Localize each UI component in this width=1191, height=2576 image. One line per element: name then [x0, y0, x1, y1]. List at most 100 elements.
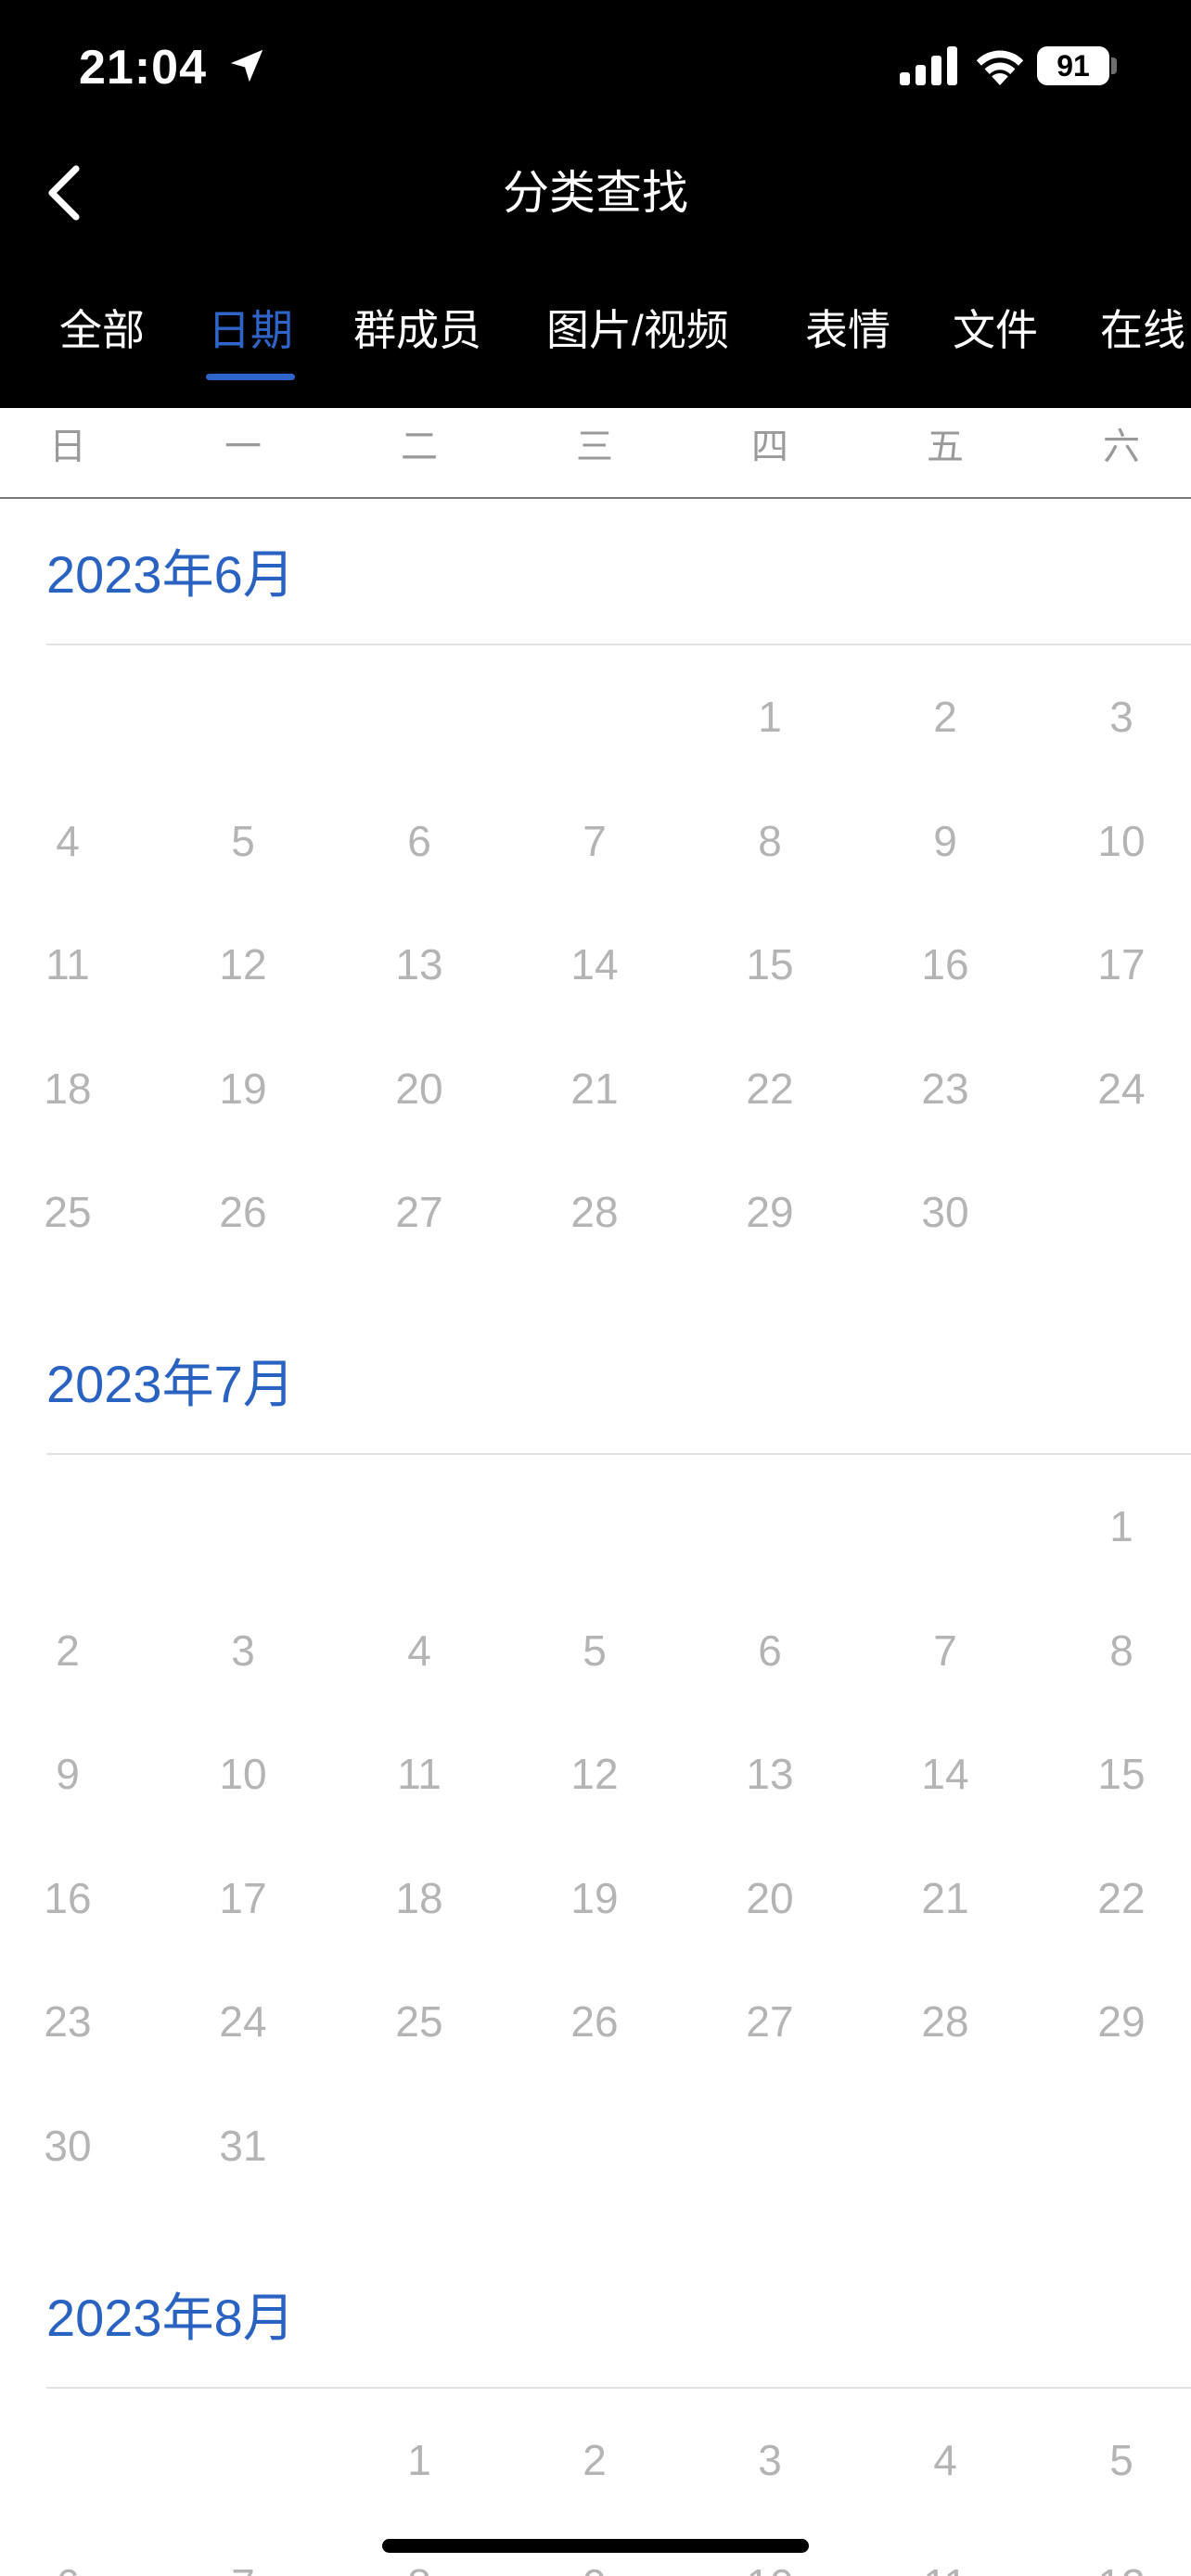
calendar-day[interactable]: 12 — [1066, 2557, 1177, 2576]
page: 21:04 91 分类查找 全部 日期 群成员 图片/视频 表情 文件 在线 日… — [0, 0, 1191, 2576]
calendar-day[interactable]: 11 — [890, 2557, 1001, 2576]
calendar-day[interactable]: 5 — [1066, 2432, 1177, 2488]
month-divider — [46, 644, 1191, 645]
calendar-day[interactable]: 11 — [364, 1746, 475, 1802]
calendar-day[interactable]: 13 — [714, 1746, 826, 1802]
calendar-day[interactable]: 7 — [539, 813, 650, 869]
page-title: 分类查找 — [503, 167, 688, 219]
weekday-fri: 五 — [927, 427, 964, 467]
calendar-day[interactable]: 18 — [364, 1870, 475, 1926]
calendar-day[interactable]: 6 — [12, 2557, 123, 2576]
weekday-thu: 四 — [751, 427, 788, 467]
calendar-day[interactable]: 1 — [364, 2432, 475, 2488]
calendar-day[interactable]: 12 — [539, 1746, 650, 1802]
calendar-day[interactable]: 9 — [539, 2557, 650, 2576]
calendar-day[interactable]: 17 — [187, 1870, 299, 1926]
calendar-day[interactable]: 25 — [364, 1994, 475, 2049]
calendar-day[interactable]: 26 — [539, 1994, 650, 2049]
calendar-day[interactable]: 15 — [1066, 1746, 1177, 1802]
calendar-day[interactable]: 6 — [364, 813, 475, 869]
calendar-day[interactable]: 2 — [539, 2432, 650, 2488]
calendar-day[interactable]: 29 — [1066, 1994, 1177, 2049]
calendar-day[interactable]: 22 — [1066, 1870, 1177, 1926]
calendar-day[interactable]: 23 — [890, 1061, 1001, 1116]
calendar-day[interactable]: 10 — [1066, 813, 1177, 869]
calendar-day[interactable]: 20 — [714, 1870, 826, 1926]
calendar-day[interactable]: 28 — [890, 1994, 1001, 2049]
calendar-day[interactable]: 14 — [890, 1746, 1001, 1802]
calendar-day[interactable]: 27 — [364, 1184, 475, 1240]
calendar-day[interactable]: 24 — [1066, 1061, 1177, 1116]
tab-all[interactable]: 全部 — [59, 297, 145, 363]
wifi-icon — [976, 50, 1024, 85]
calendar-day[interactable]: 4 — [12, 813, 123, 869]
calendar-day[interactable]: 9 — [890, 813, 1001, 869]
calendar-day[interactable]: 29 — [714, 1184, 826, 1240]
cellular-signal-icon — [900, 46, 957, 85]
calendar-day[interactable]: 19 — [539, 1870, 650, 1926]
calendar-day[interactable]: 10 — [187, 1746, 299, 1802]
calendar-day[interactable]: 22 — [714, 1061, 826, 1116]
active-tab-indicator — [206, 374, 295, 380]
calendar-day[interactable]: 3 — [714, 2432, 826, 2488]
calendar-day[interactable]: 4 — [364, 1623, 475, 1678]
top-bar: 21:04 91 分类查找 全部 日期 群成员 图片/视频 表情 文件 在线 — [0, 0, 1191, 408]
calendar-day[interactable]: 5 — [539, 1623, 650, 1678]
calendar-day[interactable]: 11 — [12, 937, 123, 992]
calendar-day[interactable]: 16 — [890, 937, 1001, 992]
weekday-header: 日 一 二 三 四 五 六 — [0, 408, 1191, 499]
calendar-day[interactable]: 3 — [1066, 689, 1177, 745]
calendar-day[interactable]: 26 — [187, 1184, 299, 1240]
tab-images-videos[interactable]: 图片/视频 — [546, 297, 729, 363]
calendar-day[interactable]: 30 — [12, 2118, 123, 2174]
calendar-day[interactable]: 5 — [187, 813, 299, 869]
month-title: 2023年6月 — [46, 545, 295, 604]
calendar-day[interactable]: 25 — [12, 1184, 123, 1240]
calendar-day[interactable]: 31 — [187, 2118, 299, 2174]
location-arrow-icon — [230, 49, 263, 83]
tab-group-members[interactable]: 群成员 — [353, 297, 481, 363]
tab-date[interactable]: 日期 — [208, 297, 293, 363]
calendar-day[interactable]: 7 — [890, 1623, 1001, 1678]
calendar-day[interactable]: 15 — [714, 937, 826, 992]
tab-files[interactable]: 文件 — [953, 297, 1038, 363]
calendar-day[interactable]: 8 — [1066, 1623, 1177, 1678]
tab-online[interactable]: 在线 — [1100, 297, 1185, 363]
weekday-mon: 一 — [224, 427, 262, 467]
battery-indicator: 91 — [1037, 46, 1109, 85]
calendar-day[interactable]: 13 — [364, 937, 475, 992]
calendar-day[interactable]: 9 — [12, 1746, 123, 1802]
calendar-day[interactable]: 16 — [12, 1870, 123, 1926]
calendar-day[interactable]: 20 — [364, 1061, 475, 1116]
calendar-day[interactable]: 2 — [12, 1623, 123, 1678]
calendar-day[interactable]: 28 — [539, 1184, 650, 1240]
category-tabs: 全部 日期 群成员 图片/视频 表情 文件 在线 — [0, 297, 1191, 389]
battery-tip — [1111, 57, 1117, 74]
calendar-day[interactable]: 24 — [187, 1994, 299, 2049]
month-divider — [46, 2387, 1191, 2389]
calendar-day[interactable]: 12 — [187, 937, 299, 992]
calendar-day[interactable]: 21 — [890, 1870, 1001, 1926]
calendar-day[interactable]: 1 — [1066, 1498, 1177, 1554]
calendar-day[interactable]: 8 — [714, 813, 826, 869]
calendar-day[interactable]: 7 — [187, 2557, 299, 2576]
calendar-day[interactable]: 18 — [12, 1061, 123, 1116]
tab-stickers[interactable]: 表情 — [805, 297, 890, 363]
calendar-day[interactable]: 10 — [714, 2557, 826, 2576]
calendar-day[interactable]: 6 — [714, 1623, 826, 1678]
calendar-day[interactable]: 14 — [539, 937, 650, 992]
calendar-day[interactable]: 17 — [1066, 937, 1177, 992]
calendar-day[interactable]: 1 — [714, 689, 826, 745]
weekday-wed: 三 — [576, 427, 613, 467]
calendar-day[interactable]: 4 — [890, 2432, 1001, 2488]
calendar-day[interactable]: 30 — [890, 1184, 1001, 1240]
calendar-day[interactable]: 19 — [187, 1061, 299, 1116]
calendar-day[interactable]: 23 — [12, 1994, 123, 2049]
calendar-day[interactable]: 27 — [714, 1994, 826, 2049]
calendar-day[interactable]: 2 — [890, 689, 1001, 745]
calendar-day[interactable]: 21 — [539, 1061, 650, 1116]
weekday-sat: 六 — [1103, 427, 1140, 467]
calendar-day[interactable]: 8 — [364, 2557, 475, 2576]
home-indicator — [382, 2539, 809, 2553]
calendar-day[interactable]: 3 — [187, 1623, 299, 1678]
